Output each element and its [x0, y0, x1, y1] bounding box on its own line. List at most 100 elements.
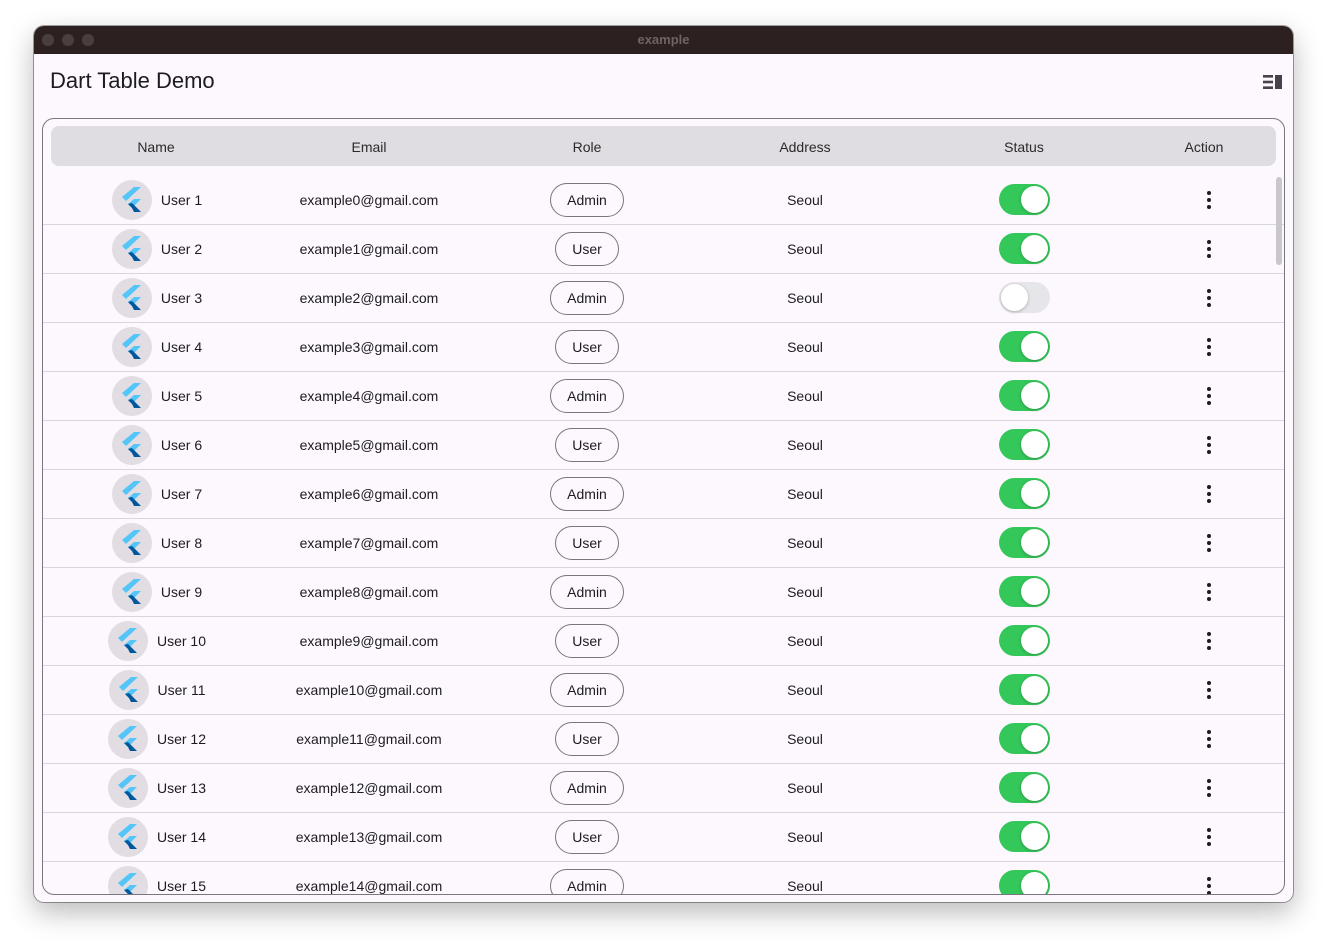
name-cell: User 2: [83, 224, 231, 273]
table-row: User 14 example13@gmail.com User Seoul: [43, 812, 1284, 862]
vertical-scrollbar[interactable]: [1276, 177, 1282, 265]
more-vert-icon[interactable]: [1199, 629, 1219, 653]
role-chip[interactable]: User: [555, 525, 619, 560]
view-sidebar-icon[interactable]: [1263, 74, 1282, 90]
role-chip[interactable]: User: [555, 721, 619, 756]
user-email: example1@gmail.com: [299, 240, 439, 257]
more-vert-icon[interactable]: [1199, 727, 1219, 751]
role-cell: Admin: [487, 861, 687, 894]
column-header-address[interactable]: Address: [705, 126, 905, 166]
email-cell: example1@gmail.com: [269, 224, 469, 273]
role-chip[interactable]: Admin: [550, 182, 624, 217]
table-row: User 5 example4@gmail.com Admin Seoul: [43, 371, 1284, 421]
status-toggle[interactable]: [998, 821, 1050, 852]
more-vert-icon[interactable]: [1199, 482, 1219, 506]
role-chip[interactable]: Admin: [550, 672, 624, 707]
user-email: example11@gmail.com: [296, 730, 442, 747]
role-chip[interactable]: Admin: [550, 280, 624, 315]
more-vert-icon[interactable]: [1199, 776, 1219, 800]
role-cell: User: [487, 224, 687, 273]
more-vert-icon[interactable]: [1199, 580, 1219, 604]
status-cell: [924, 224, 1124, 273]
user-name: User 5: [160, 387, 203, 404]
more-vert-icon[interactable]: [1199, 678, 1219, 702]
action-cell: [1125, 616, 1284, 665]
status-cell: [924, 714, 1124, 763]
role-chip[interactable]: Admin: [550, 868, 624, 894]
status-cell: [924, 420, 1124, 469]
status-toggle[interactable]: [998, 478, 1050, 509]
status-toggle[interactable]: [998, 184, 1050, 215]
status-toggle[interactable]: [998, 674, 1050, 705]
address-cell: Seoul: [705, 224, 905, 273]
user-name: User 12: [156, 730, 207, 747]
email-cell: example13@gmail.com: [269, 812, 469, 861]
address-cell: Seoul: [705, 567, 905, 616]
user-address: Seoul: [787, 779, 823, 796]
table-row: User 3 example2@gmail.com Admin Seoul: [43, 273, 1284, 323]
toggle-knob: [1020, 529, 1048, 556]
role-cell: User: [487, 714, 687, 763]
status-toggle[interactable]: [998, 527, 1050, 558]
more-vert-icon[interactable]: [1199, 384, 1219, 408]
role-chip[interactable]: User: [555, 427, 619, 462]
role-chip[interactable]: Admin: [550, 770, 624, 805]
more-vert-icon[interactable]: [1199, 237, 1219, 261]
avatar: [107, 767, 148, 808]
status-toggle[interactable]: [998, 331, 1050, 362]
flutter-logo-icon: [121, 333, 141, 359]
column-header-name[interactable]: Name: [43, 126, 269, 166]
role-chip[interactable]: Admin: [550, 476, 624, 511]
status-toggle[interactable]: [998, 576, 1050, 607]
user-address: Seoul: [787, 730, 823, 747]
user-address: Seoul: [787, 485, 823, 502]
more-vert-icon[interactable]: [1199, 531, 1219, 555]
column-header-action[interactable]: Action: [1125, 126, 1283, 166]
more-vert-icon[interactable]: [1199, 188, 1219, 212]
table-row: User 12 example11@gmail.com User Seoul: [43, 714, 1284, 764]
name-cell: User 4: [83, 322, 231, 371]
address-cell: Seoul: [705, 812, 905, 861]
status-toggle[interactable]: [998, 233, 1050, 264]
status-toggle[interactable]: [998, 380, 1050, 411]
column-header-email[interactable]: Email: [269, 126, 469, 166]
status-toggle[interactable]: [998, 282, 1050, 313]
more-vert-icon[interactable]: [1199, 874, 1219, 894]
address-cell: Seoul: [705, 714, 905, 763]
name-cell: User 10: [83, 616, 231, 665]
toggle-knob: [1020, 725, 1048, 752]
status-toggle[interactable]: [998, 772, 1050, 803]
address-cell: Seoul: [705, 175, 905, 224]
flutter-logo-icon: [117, 725, 137, 751]
more-vert-icon[interactable]: [1199, 825, 1219, 849]
role-chip[interactable]: Admin: [550, 378, 624, 413]
status-toggle[interactable]: [998, 870, 1050, 894]
action-cell: [1125, 812, 1284, 861]
more-vert-icon[interactable]: [1199, 286, 1219, 310]
role-chip[interactable]: Admin: [550, 574, 624, 609]
status-toggle[interactable]: [998, 723, 1050, 754]
status-toggle[interactable]: [998, 625, 1050, 656]
action-cell: [1125, 175, 1284, 224]
user-name: User 15: [156, 877, 207, 894]
user-address: Seoul: [787, 387, 823, 404]
avatar: [107, 816, 148, 857]
flutter-logo-icon: [117, 774, 137, 800]
role-chip[interactable]: User: [555, 329, 619, 364]
status-cell: [924, 616, 1124, 665]
role-chip[interactable]: User: [555, 819, 619, 854]
more-vert-icon[interactable]: [1199, 335, 1219, 359]
user-address: Seoul: [787, 681, 823, 698]
toggle-knob: [1020, 333, 1048, 360]
role-chip[interactable]: User: [555, 231, 619, 266]
more-vert-icon[interactable]: [1199, 433, 1219, 457]
name-cell: User 3: [83, 273, 231, 322]
status-cell: [924, 665, 1124, 714]
user-email: example5@gmail.com: [299, 436, 439, 453]
column-header-role[interactable]: Role: [487, 126, 687, 166]
user-name: User 2: [160, 240, 203, 257]
role-chip[interactable]: User: [555, 623, 619, 658]
name-cell: User 6: [83, 420, 231, 469]
status-toggle[interactable]: [998, 429, 1050, 460]
column-header-status[interactable]: Status: [924, 126, 1124, 166]
